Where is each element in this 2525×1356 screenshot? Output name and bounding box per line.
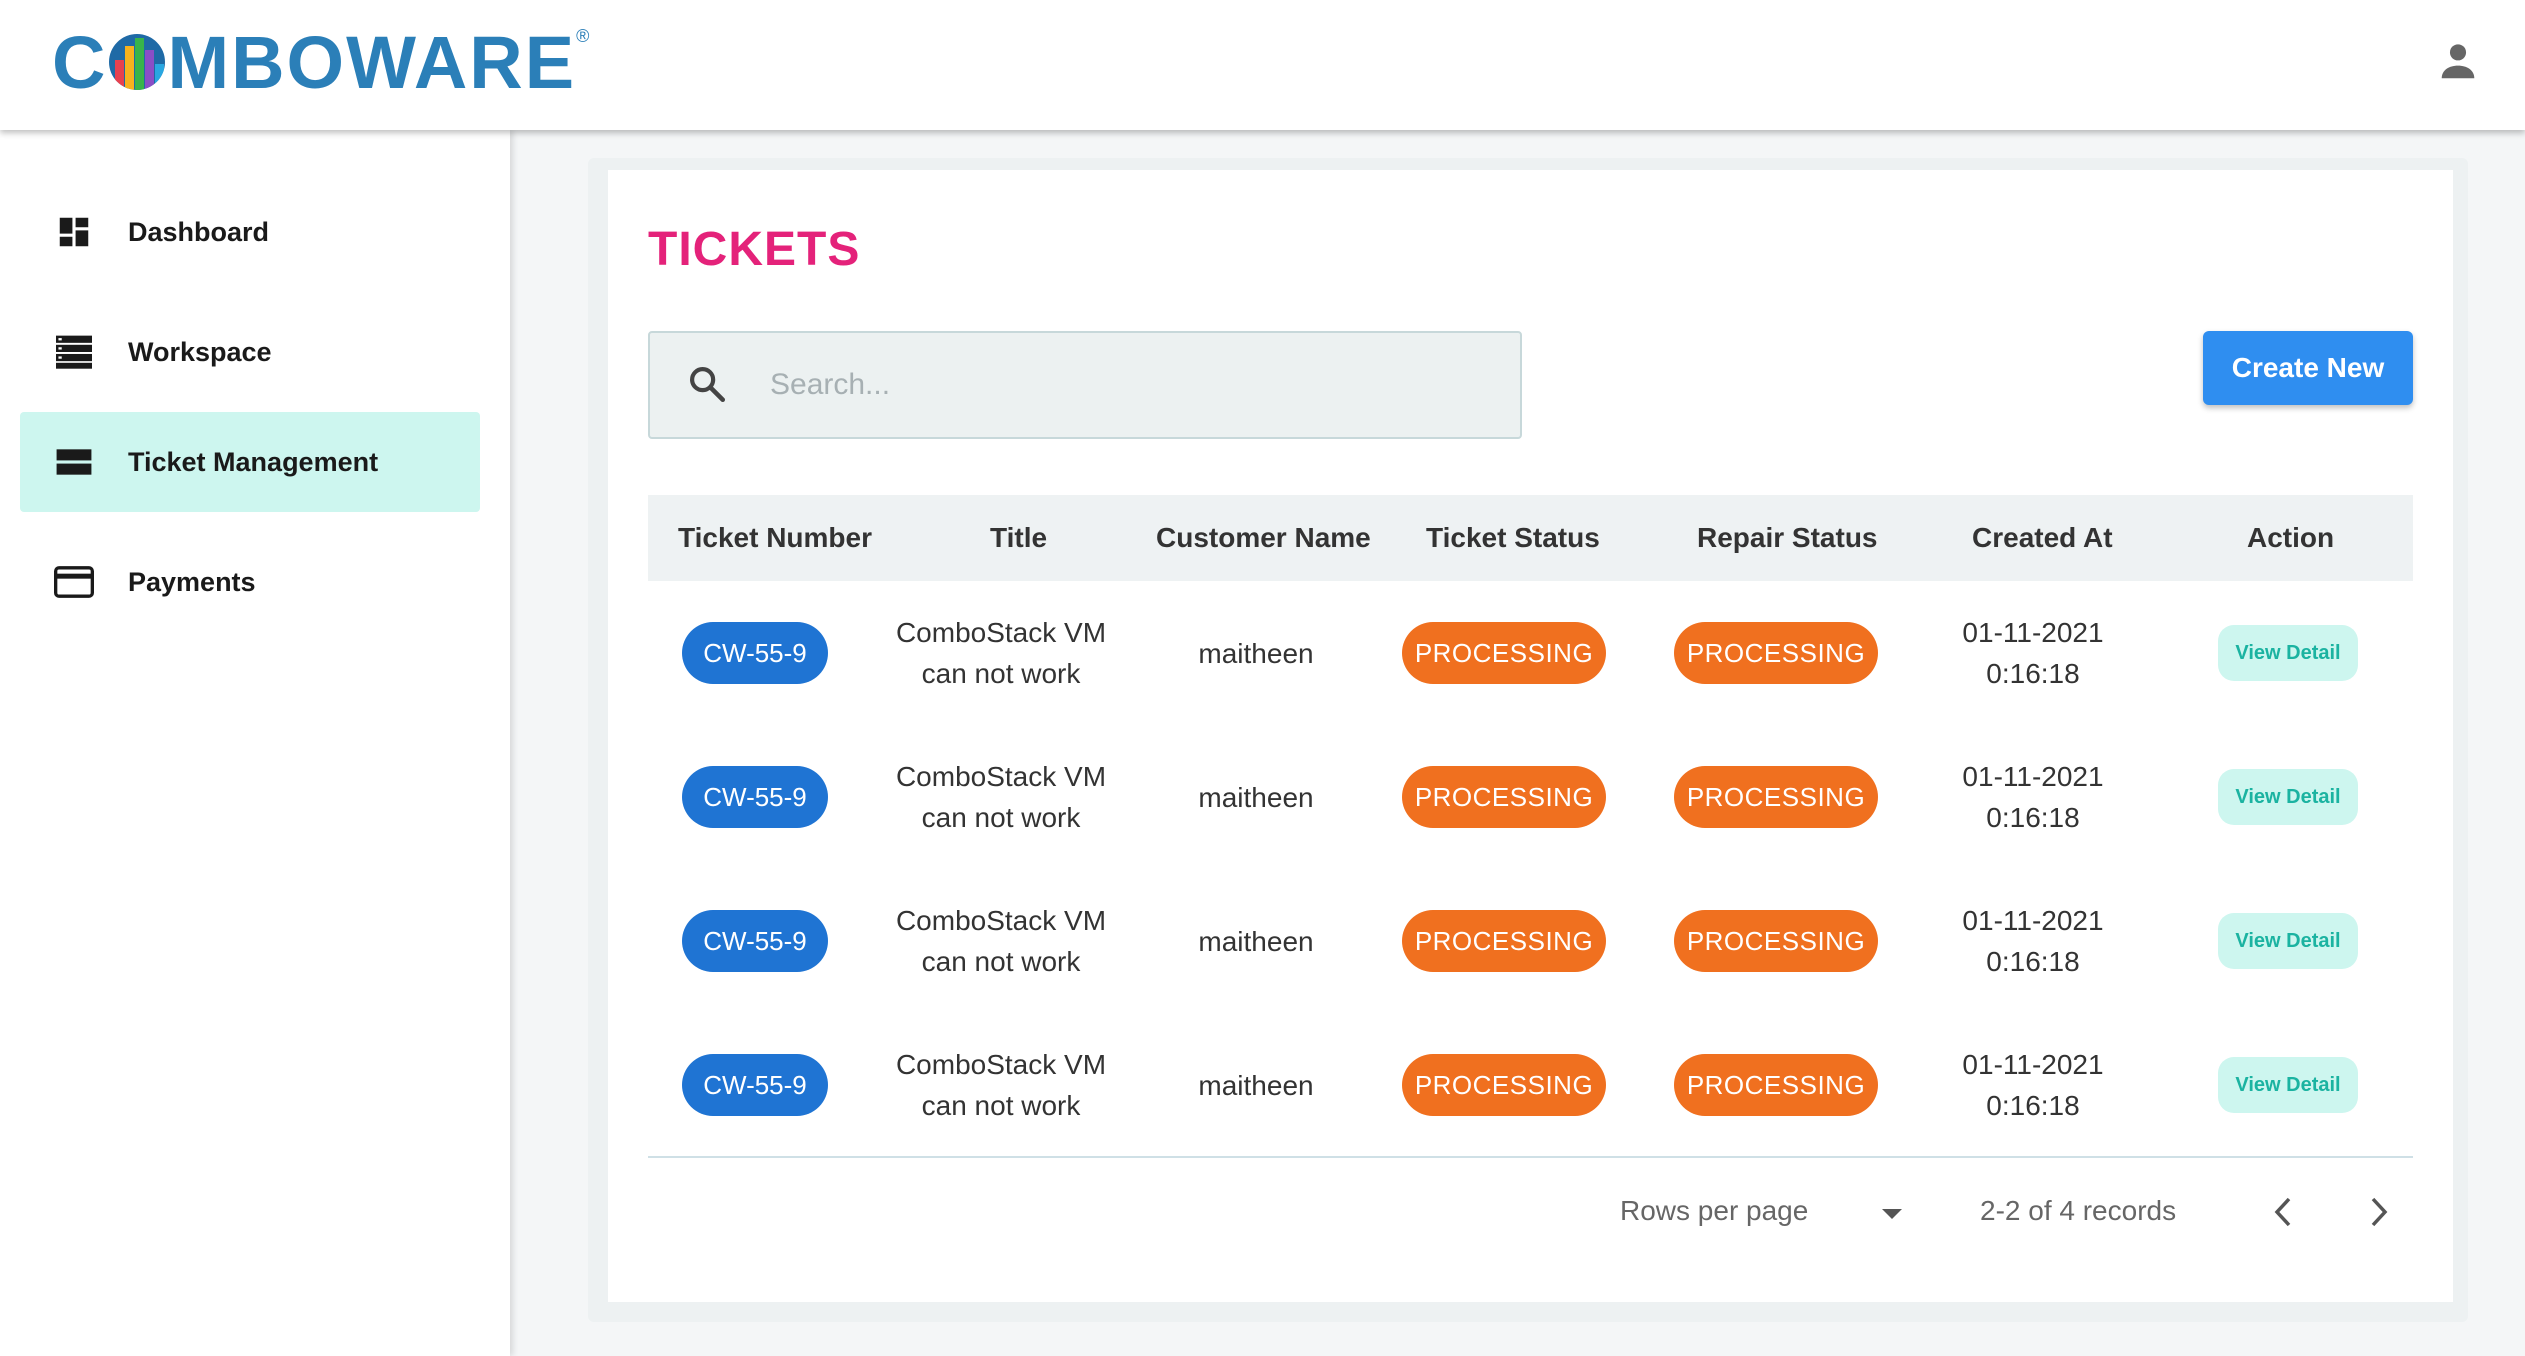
table-row: CW-55-9 ComboStack VM can not work maith…	[648, 869, 2413, 1013]
ticket-title-line: can not work	[921, 802, 1081, 833]
ticket-title: ComboStack VM can not work	[886, 900, 1116, 982]
pagination-range: 2-2 of 4 records	[1980, 1195, 2177, 1226]
created-at: 01-11-2021 0:16:18	[1933, 756, 2133, 838]
ticket-title-line: can not work	[921, 658, 1081, 689]
ticket-number-badge[interactable]: CW-55-9	[682, 766, 828, 828]
sidebar-item-label: Ticket Management	[128, 446, 379, 477]
view-detail-button[interactable]: View Detail	[2218, 769, 2358, 825]
payments-icon	[54, 562, 94, 602]
ticket-title-line: can not work	[921, 946, 1081, 977]
ticket-title: ComboStack VM can not work	[886, 1044, 1116, 1126]
created-date: 01-11-2021	[1962, 1049, 2104, 1080]
comboware-logo[interactable]: C MBOWARE ®	[52, 20, 592, 104]
ticket-status-badge: PROCESSING	[1402, 910, 1606, 972]
ticket-number-badge[interactable]: CW-55-9	[682, 622, 828, 684]
ticket-title-line: ComboStack VM	[895, 1049, 1107, 1080]
ticket-title-line: ComboStack VM	[895, 761, 1107, 792]
sidebar-item-label: Payments	[128, 566, 256, 597]
ticket-title-line: ComboStack VM	[895, 905, 1107, 936]
sidebar-item-label: Dashboard	[128, 216, 270, 247]
ticket-status-badge: PROCESSING	[1402, 1054, 1606, 1116]
table-row: CW-55-9 ComboStack VM can not work maith…	[648, 581, 2413, 725]
sidebar-item-payments[interactable]: Payments	[20, 532, 480, 632]
customer-name: maitheen	[1198, 638, 1314, 669]
created-time: 0:16:18	[1986, 946, 2080, 977]
customer-name: maitheen	[1198, 1070, 1314, 1101]
created-date: 01-11-2021	[1962, 617, 2104, 648]
created-date: 01-11-2021	[1962, 905, 2104, 936]
page-title: TICKETS	[648, 223, 861, 276]
created-at: 01-11-2021 0:16:18	[1933, 1044, 2133, 1126]
logo-globe-icon	[109, 34, 166, 90]
table-row: CW-55-9 ComboStack VM can not work maith…	[648, 1013, 2413, 1157]
chevron-left-icon[interactable]	[2263, 1190, 2303, 1234]
customer-name: maitheen	[1198, 782, 1314, 813]
user-icon[interactable]	[2435, 38, 2481, 84]
logo-text-right: MBOWARE	[167, 20, 577, 104]
repair-status-badge: PROCESSING	[1674, 622, 1878, 684]
chevron-right-icon[interactable]	[2359, 1190, 2399, 1234]
ticket-status-badge: PROCESSING	[1402, 766, 1606, 828]
rows-per-page-label: Rows per page	[1620, 1195, 1809, 1226]
customer-name: maitheen	[1198, 926, 1314, 957]
tickets-card: TICKETS Create New Ticket Number Title C…	[608, 170, 2453, 1302]
created-date: 01-11-2021	[1962, 761, 2104, 792]
repair-status-badge: PROCESSING	[1674, 910, 1878, 972]
rows-per-page-dropdown-icon[interactable]	[1880, 1207, 1904, 1221]
repair-status-badge: PROCESSING	[1674, 1054, 1878, 1116]
dashboard-icon	[54, 212, 94, 252]
search-input[interactable]	[770, 355, 1490, 415]
created-time: 0:16:18	[1986, 1090, 2080, 1121]
column-header-title[interactable]: Title	[990, 495, 1047, 581]
table-header: Ticket Number Title Customer Name Ticket…	[648, 495, 2413, 581]
sidebar-item-workspace[interactable]: Workspace	[20, 302, 480, 402]
created-at: 01-11-2021 0:16:18	[1933, 612, 2133, 694]
ticket-icon	[54, 442, 94, 482]
ticket-status-badge: PROCESSING	[1402, 622, 1606, 684]
column-header-customer-name[interactable]: Customer Name	[1156, 495, 1371, 581]
top-app-bar: C MBOWARE ®	[0, 0, 2525, 130]
view-detail-button[interactable]: View Detail	[2218, 625, 2358, 681]
created-time: 0:16:18	[1986, 802, 2080, 833]
ticket-number-badge[interactable]: CW-55-9	[682, 910, 828, 972]
sidebar-item-ticket-management[interactable]: Ticket Management	[20, 412, 480, 512]
view-detail-button[interactable]: View Detail	[2218, 1057, 2358, 1113]
view-detail-button[interactable]: View Detail	[2218, 913, 2358, 969]
column-header-action: Action	[2247, 522, 2335, 553]
column-header-created-at[interactable]: Created At	[1972, 495, 2113, 581]
search-icon	[686, 363, 730, 407]
ticket-number-badge[interactable]: CW-55-9	[682, 1054, 828, 1116]
sidebar: Dashboard Workspace Ticket Management Pa…	[0, 130, 510, 1356]
created-time: 0:16:18	[1986, 658, 2080, 689]
ticket-title-line: ComboStack VM	[895, 617, 1107, 648]
logo-registered-mark: ®	[576, 26, 592, 46]
ticket-title-line: can not work	[921, 1090, 1081, 1121]
ticket-title: ComboStack VM can not work	[886, 612, 1116, 694]
created-at: 01-11-2021 0:16:18	[1933, 900, 2133, 982]
table-divider	[648, 1156, 2413, 1158]
search-bar[interactable]	[648, 331, 1522, 439]
workspace-icon	[54, 332, 94, 372]
repair-status-badge: PROCESSING	[1674, 766, 1878, 828]
create-new-button[interactable]: Create New	[2203, 331, 2413, 405]
column-header-ticket-status[interactable]: Ticket Status	[1426, 495, 1600, 581]
sidebar-item-dashboard[interactable]: Dashboard	[20, 182, 480, 282]
logo-text-left: C	[52, 20, 108, 104]
column-header-ticket-number[interactable]: Ticket Number	[678, 495, 872, 581]
ticket-title: ComboStack VM can not work	[886, 756, 1116, 838]
sidebar-item-label: Workspace	[128, 336, 272, 367]
table-row: CW-55-9 ComboStack VM can not work maith…	[648, 725, 2413, 869]
column-header-repair-status[interactable]: Repair Status	[1697, 495, 1878, 581]
